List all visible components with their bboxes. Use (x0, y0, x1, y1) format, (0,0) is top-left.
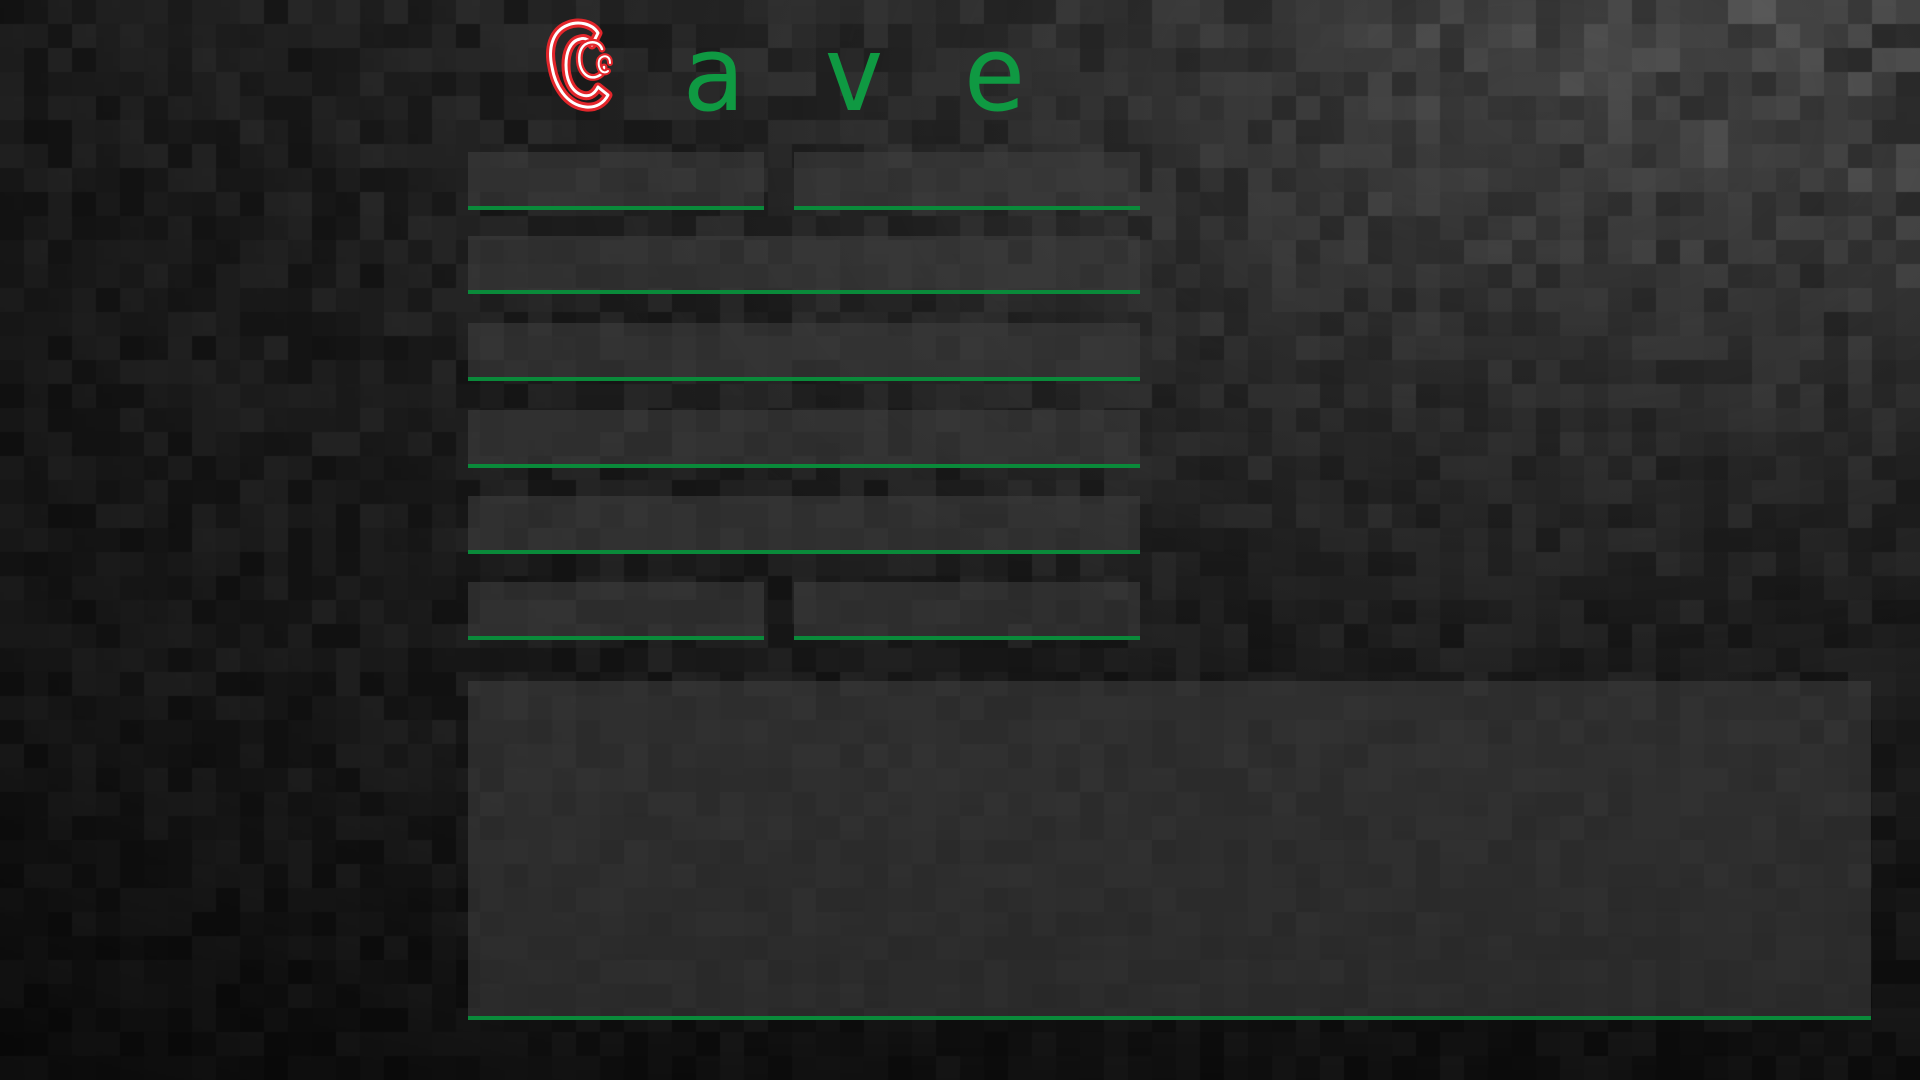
brand-logo: ave (540, 12, 1026, 126)
form-field-row-6-right[interactable] (794, 582, 1140, 640)
last-name-field[interactable] (794, 152, 1140, 210)
form-field-row-5[interactable] (468, 496, 1140, 554)
form-field-row-4[interactable] (468, 410, 1140, 468)
cave-c-logo-icon (546, 18, 613, 112)
form-field-row-2[interactable] (468, 236, 1140, 294)
form-field-row-6-left[interactable] (468, 582, 764, 640)
logo-wordmark: ave (682, 13, 1104, 135)
page-root: ave (0, 0, 1920, 1080)
message-textarea[interactable] (468, 681, 1871, 1020)
form-field-row-3[interactable] (468, 323, 1140, 381)
first-name-field[interactable] (468, 152, 764, 210)
